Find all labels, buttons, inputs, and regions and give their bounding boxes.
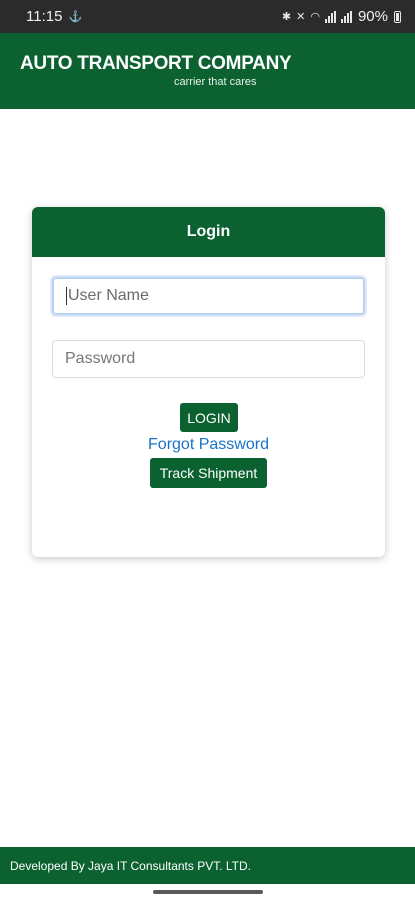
signal-icon	[324, 10, 336, 23]
status-icons: ✱ ✕ ◠	[282, 10, 352, 23]
status-time: 11:15	[26, 8, 63, 25]
status-left: 11:15 ⚓	[26, 8, 82, 25]
notification-icon: ⚓	[68, 11, 83, 23]
username-input[interactable]: User Name	[52, 277, 365, 315]
mute-icon: ✕	[296, 11, 306, 23]
signal-icon-2	[340, 10, 352, 23]
company-name: AUTO TRANSPORT COMPANY	[20, 53, 292, 74]
login-title: Login	[186, 223, 231, 240]
login-button-label: LOGIN	[187, 409, 231, 426]
track-shipment-button[interactable]: Track Shipment	[150, 458, 267, 488]
home-indicator[interactable]	[153, 890, 263, 894]
track-shipment-label: Track Shipment	[159, 465, 258, 481]
login-button[interactable]: LOGIN	[180, 403, 238, 432]
footer: Developed By Jaya IT Consultants PVT. LT…	[0, 847, 415, 884]
wifi-icon: ◠	[310, 11, 320, 23]
password-placeholder: Password	[65, 350, 136, 367]
company-tagline: carrier that cares	[174, 76, 257, 88]
username-placeholder: User Name	[68, 287, 149, 304]
battery-percent: 90%	[357, 8, 388, 25]
login-card: Login User Name Password LOGIN Forgot Pa…	[32, 207, 385, 557]
forgot-password-link[interactable]: Forgot Password	[32, 436, 385, 454]
status-bar: 11:15 ⚓ ✱ ✕ ◠ 90%	[0, 0, 415, 33]
password-input[interactable]: Password	[52, 340, 365, 378]
status-right: ✱ ✕ ◠ 90%	[282, 8, 401, 25]
battery-icon	[394, 10, 401, 23]
login-card-header: Login	[32, 207, 385, 257]
bluetooth-icon: ✱	[281, 11, 292, 23]
app-header: AUTO TRANSPORT COMPANY carrier that care…	[0, 33, 415, 109]
footer-credit: Developed By Jaya IT Consultants PVT. LT…	[10, 858, 252, 873]
text-caret	[66, 287, 67, 305]
